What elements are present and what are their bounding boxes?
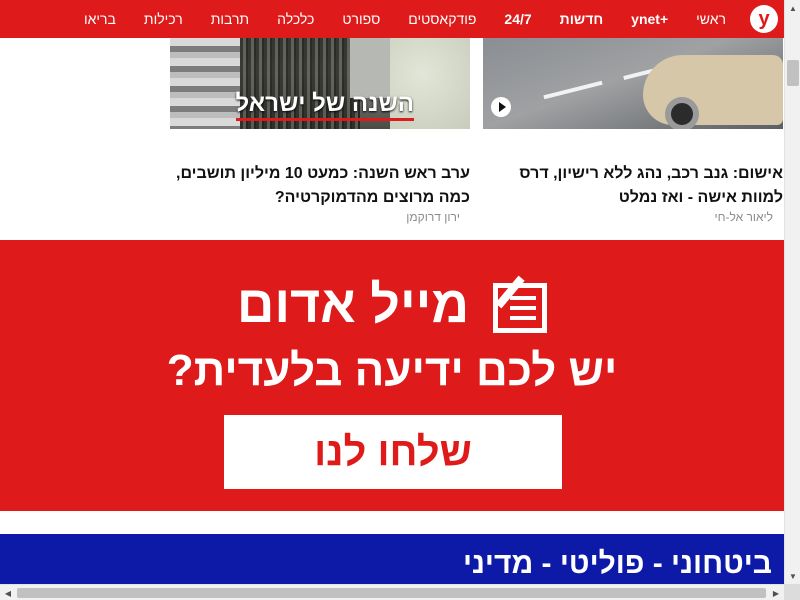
top-navigation: y ראשי +ynet חדשות 24/7 פודקאסטים ספורט … [0, 0, 784, 38]
article-image-car-accident[interactable] [483, 38, 783, 129]
image-caption: השנה של ישראל [235, 90, 414, 121]
article-author[interactable]: ליאור אל-חי [483, 210, 773, 224]
ynet-logo[interactable]: y [750, 5, 778, 33]
horizontal-scroll-thumb[interactable] [17, 588, 766, 598]
send-to-us-button[interactable]: שלחו לנו [224, 415, 562, 489]
article-headline[interactable]: ערב ראש השנה: כמעט 10 מיליון תושבים, כמה… [170, 162, 470, 210]
article-headline[interactable]: אישום: גנב רכב, נהג ללא רישיון, דרס למוו… [483, 162, 783, 210]
nav-item-sport[interactable]: ספורט [328, 0, 394, 38]
scroll-right-arrow-icon[interactable]: ▶ [768, 585, 784, 600]
red-mail-banner[interactable]: מייל אדום יש לכם ידיעה בלעדית? שלחו לנו [0, 240, 784, 511]
article-image-year-of-israel[interactable]: השנה של ישראל [170, 38, 470, 129]
scroll-left-arrow-icon[interactable]: ◀ [0, 585, 16, 600]
nav-item-economy[interactable]: כלכלה [263, 0, 328, 38]
vertical-scrollbar[interactable]: ▲ ▼ [784, 0, 800, 584]
section-header: ביטחוני - פוליטי - מדיני [0, 534, 784, 584]
edit-mail-icon [493, 283, 548, 334]
horizontal-scrollbar[interactable]: ◀ ▶ [0, 584, 784, 600]
vertical-scroll-thumb[interactable] [787, 60, 799, 86]
play-icon[interactable] [491, 97, 511, 117]
scroll-up-arrow-icon[interactable]: ▲ [785, 0, 800, 16]
nav-item-home[interactable]: ראשי [682, 0, 740, 38]
nav-item-gossip[interactable]: רכילות [130, 0, 197, 38]
article-author[interactable]: ירון דרוקמן [170, 210, 460, 224]
nav-item-podcasts[interactable]: פודקאסטים [394, 0, 490, 38]
nav-item-health[interactable]: בריאו [70, 0, 130, 38]
nav-item-ynet-plus[interactable]: +ynet [617, 0, 682, 38]
nav-item-culture[interactable]: תרבות [197, 0, 263, 38]
scrollbar-corner [784, 584, 800, 600]
banner-title: מייל אדום [236, 276, 470, 334]
scroll-down-arrow-icon[interactable]: ▼ [785, 568, 800, 584]
section-title[interactable]: ביטחוני - פוליטי - מדיני [463, 546, 772, 582]
banner-subtitle: יש לכם ידיעה בלעדית? [166, 346, 618, 395]
nav-item-news[interactable]: חדשות [546, 0, 618, 38]
banner-title-row: מייל אדום [0, 275, 784, 335]
nav-item-24-7[interactable]: 24/7 [490, 0, 545, 38]
articles-strip: השנה של ישראל אישום: גנב רכב, נהג ללא רי… [0, 38, 784, 240]
